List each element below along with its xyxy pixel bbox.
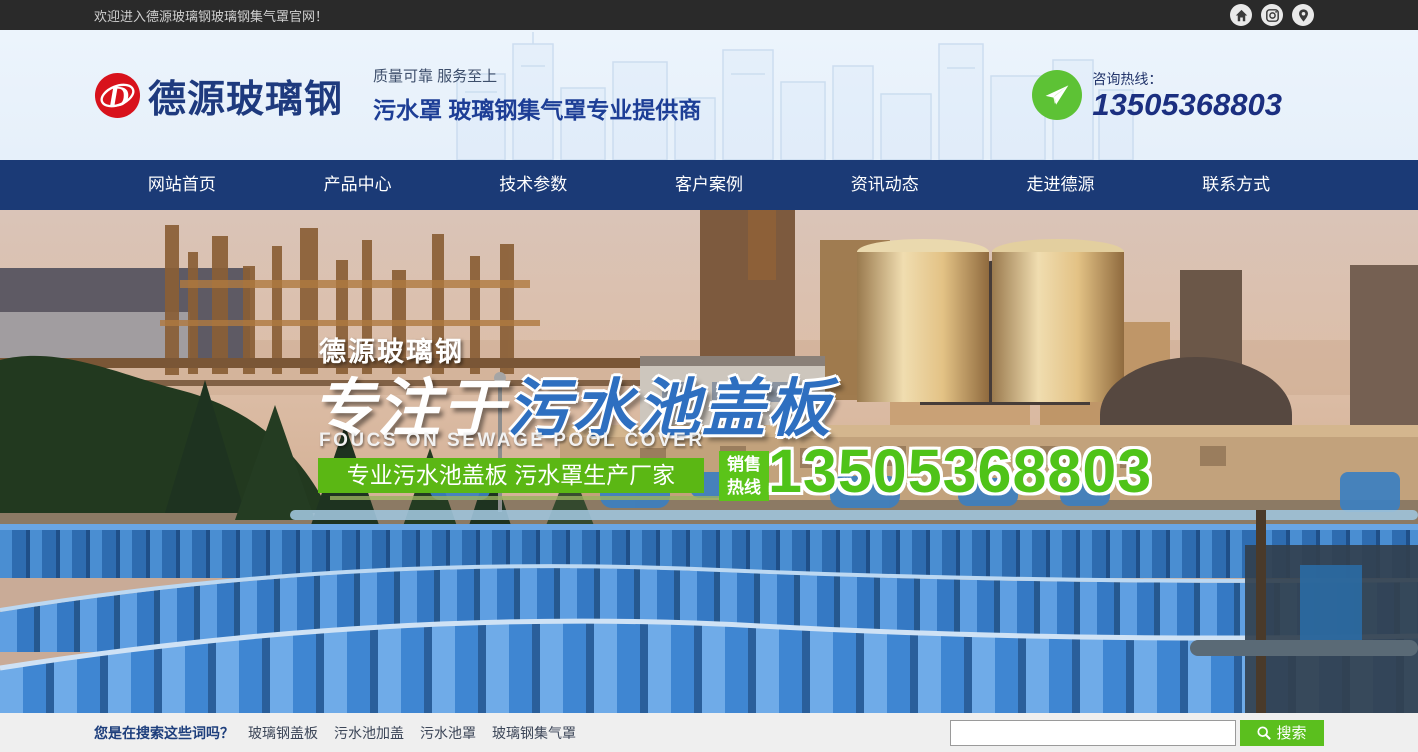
nav-item-contact[interactable]: 联系方式 — [1148, 160, 1324, 210]
hero-banner: 德源玻璃钢 专注于污水池盖板 FOUCS ON SEWAGE POOL COVE… — [0, 210, 1418, 713]
location-pin-icon[interactable] — [1292, 4, 1314, 26]
banner-photo — [0, 210, 1418, 713]
nav-item-news[interactable]: 资讯动态 — [797, 160, 973, 210]
site-header: D 德源玻璃钢 质量可靠 服务至上 污水罩 玻璃钢集气罩专业提供商 咨询热线： … — [0, 30, 1418, 160]
hotline-number: 13505368803 — [1092, 89, 1282, 122]
main-nav: 网站首页 产品中心 技术参数 客户案例 资讯动态 走进德源 联系方式 — [0, 160, 1418, 210]
search-bar: 您是在搜索这些词吗？ 玻璃钢盖板 污水池加盖 污水池罩 玻璃钢集气罩 搜索 — [0, 713, 1418, 752]
company-name: 德源玻璃钢 — [148, 68, 343, 123]
nav-item-about[interactable]: 走进德源 — [973, 160, 1149, 210]
keyword-link-3[interactable]: 污水池罩 — [420, 723, 476, 743]
hotline-label: 咨询热线： — [1092, 69, 1282, 89]
topbar-social-icons — [1230, 4, 1314, 26]
banner-hotline-number: 13505368803 — [768, 436, 1152, 506]
search-button[interactable]: 搜索 — [1240, 720, 1324, 746]
welcome-text: 欢迎进入德源玻璃钢玻璃钢集气罩官网！ — [94, 6, 328, 25]
nav-item-specs[interactable]: 技术参数 — [445, 160, 621, 210]
logo-icon: D — [94, 72, 141, 119]
banner-badge[interactable]: 专业污水池盖板 污水罩生产厂家 — [318, 458, 704, 493]
keyword-link-4[interactable]: 玻璃钢集气罩 — [492, 723, 576, 743]
camera-icon[interactable] — [1261, 4, 1283, 26]
magnifier-icon — [1257, 726, 1271, 740]
banner-hotline-tag: 销售 热线 — [719, 451, 769, 501]
tagline-small: 质量可靠 服务至上 — [373, 65, 701, 86]
header-taglines: 质量可靠 服务至上 污水罩 玻璃钢集气罩专业提供商 — [373, 65, 701, 125]
search-question: 您是在搜索这些词吗？ — [94, 723, 234, 743]
logo[interactable]: D 德源玻璃钢 — [94, 68, 343, 123]
home-icon[interactable] — [1230, 4, 1252, 26]
header-hotline: 咨询热线： 13505368803 — [1032, 69, 1282, 122]
keyword-link-1[interactable]: 玻璃钢盖板 — [248, 723, 318, 743]
tagline-big: 污水罩 玻璃钢集气罩专业提供商 — [373, 91, 701, 125]
paper-plane-icon — [1032, 70, 1082, 120]
nav-item-cases[interactable]: 客户案例 — [621, 160, 797, 210]
topbar: 欢迎进入德源玻璃钢玻璃钢集气罩官网！ — [0, 0, 1418, 30]
nav-item-home[interactable]: 网站首页 — [94, 160, 270, 210]
nav-item-products[interactable]: 产品中心 — [270, 160, 446, 210]
keyword-link-2[interactable]: 污水池加盖 — [334, 723, 404, 743]
banner-slogan-en: FOUCS ON SEWAGE POOL COVER — [319, 430, 705, 452]
search-input[interactable] — [950, 720, 1236, 746]
